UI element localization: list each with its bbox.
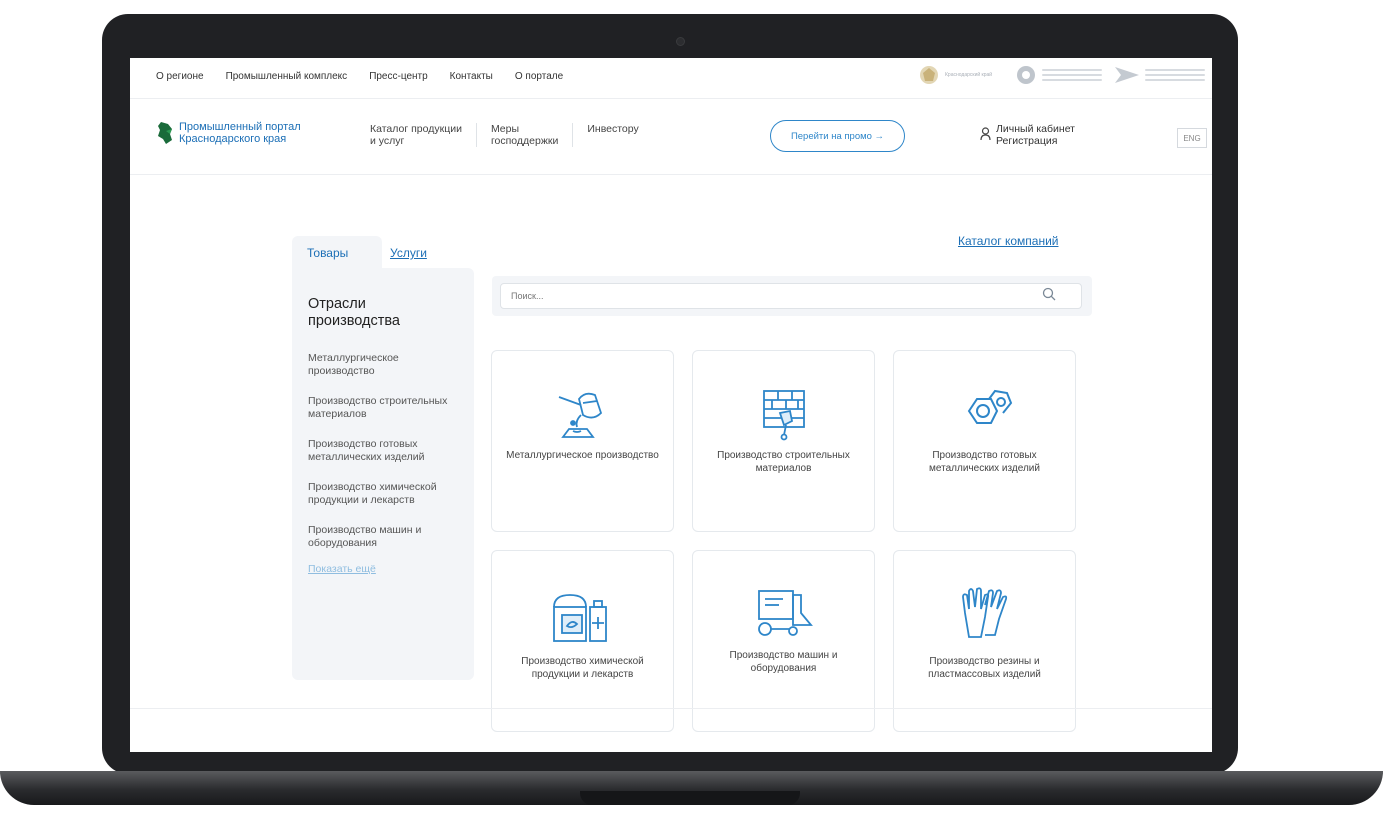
coat-of-arms-icon <box>920 66 938 84</box>
sidebar-title: Отрасли производства <box>308 296 400 329</box>
screen: О регионе Промышленный комплекс Пресс-це… <box>130 58 1212 752</box>
cabinet-link[interactable]: Личный кабинет <box>996 123 1075 135</box>
category-card-chemicals[interactable]: Производство химической продукции и лека… <box>491 550 674 732</box>
main-nav: Каталог продукции и услуг Меры господдер… <box>370 123 653 147</box>
show-more-link[interactable]: Показать ещё <box>308 563 468 575</box>
account-links: Личный кабинет Регистрация <box>980 123 1075 147</box>
bottom-divider <box>130 708 1212 709</box>
harvester-icon <box>758 590 813 636</box>
card-label: Производство готовых металлических издел… <box>929 450 1040 474</box>
category-card-construction[interactable]: Производство строительных материалов <box>692 350 875 532</box>
partner-fund[interactable] <box>1114 65 1205 85</box>
card-label: Производство резины и пластмассовых изде… <box>928 656 1041 680</box>
companies-catalog-link[interactable]: Каталог компаний <box>958 234 1058 248</box>
sidebar-item-metallurgy[interactable]: Металлургическое производство <box>308 352 468 377</box>
promo-button[interactable]: Перейти на промо → <box>770 120 905 152</box>
language-button[interactable]: ENG <box>1177 128 1207 148</box>
partner-department-text <box>1042 66 1102 84</box>
logo-text: Промышленный портал Краснодарского края <box>179 121 301 145</box>
partner-krasnodar[interactable]: Краснодарский край <box>918 64 1003 86</box>
nav-support[interactable]: Меры господдержки <box>475 123 572 147</box>
user-icon <box>980 127 991 141</box>
topnav-region[interactable]: О регионе <box>156 71 204 82</box>
card-label: Металлургическое производство <box>506 450 659 461</box>
gear-logo-icon <box>1017 66 1035 84</box>
partner-krasnodar-label: Краснодарский край <box>945 72 993 78</box>
search-input[interactable] <box>500 283 1082 309</box>
camera-dot <box>676 37 685 46</box>
brick-wall-icon <box>763 390 805 441</box>
site-logo[interactable]: Промышленный портал Краснодарского края <box>157 121 301 145</box>
category-card-machinery[interactable]: Производство машин и оборудования <box>692 550 875 732</box>
gloves-icon <box>962 587 1008 638</box>
ladle-icon <box>558 392 603 438</box>
sidebar-item-metal-products[interactable]: Производство готовых металлических издел… <box>308 438 468 463</box>
tab-goods[interactable]: Товары <box>292 236 382 268</box>
sidebar-item-chemicals[interactable]: Производство химической продукции и лека… <box>308 481 468 506</box>
card-label: Производство машин и оборудования <box>729 650 838 674</box>
card-label: Производство химической продукции и лека… <box>521 656 644 680</box>
topnav-industry[interactable]: Промышленный комплекс <box>226 71 348 82</box>
arrow-logo-icon <box>1115 67 1139 83</box>
category-card-rubber-plastics[interactable]: Производство резины и пластмассовых изде… <box>893 550 1076 732</box>
laptop-notch <box>580 791 800 805</box>
partner-fund-text <box>1145 66 1205 84</box>
topnav-contacts[interactable]: Контакты <box>450 71 493 82</box>
category-card-metallurgy[interactable]: Металлургическое производство <box>491 350 674 532</box>
top-nav: О регионе Промышленный комплекс Пресс-це… <box>156 71 563 82</box>
topnav-about[interactable]: О портале <box>515 71 563 82</box>
logo-line2: Краснодарского края <box>179 133 287 145</box>
sidebar-item-machinery[interactable]: Производство машин и оборудования <box>308 524 468 549</box>
region-map-icon <box>158 122 172 144</box>
hex-nut-icon <box>967 389 1013 424</box>
card-label: Производство строительных материалов <box>717 450 850 474</box>
header: Промышленный портал Краснодарского края … <box>130 99 1212 175</box>
tab-services[interactable]: Услуги <box>382 236 427 268</box>
search-bar <box>492 276 1092 316</box>
chemicals-icon <box>553 594 607 642</box>
sidebar-list: Металлургическое производство Производст… <box>308 352 468 575</box>
category-tabs: Товары Услуги <box>292 236 427 268</box>
sidebar-item-construction[interactable]: Производство строительных материалов <box>308 395 468 420</box>
top-bar: О регионе Промышленный комплекс Пресс-це… <box>130 58 1212 99</box>
industry-sidebar: Отрасли производства Металлургическое пр… <box>292 268 474 680</box>
logo-line1: Промышленный портал <box>179 121 301 133</box>
nav-catalog[interactable]: Каталог продукции и услуг <box>370 123 476 147</box>
search-icon[interactable] <box>1042 287 1056 301</box>
partner-department[interactable] <box>1015 64 1102 86</box>
topnav-press[interactable]: Пресс-центр <box>369 71 427 82</box>
register-link[interactable]: Регистрация <box>996 135 1075 147</box>
nav-investor[interactable]: Инвестору <box>572 123 652 147</box>
partner-logos: Краснодарский край <box>918 64 1205 86</box>
category-card-metal-products[interactable]: Производство готовых металлических издел… <box>893 350 1076 532</box>
